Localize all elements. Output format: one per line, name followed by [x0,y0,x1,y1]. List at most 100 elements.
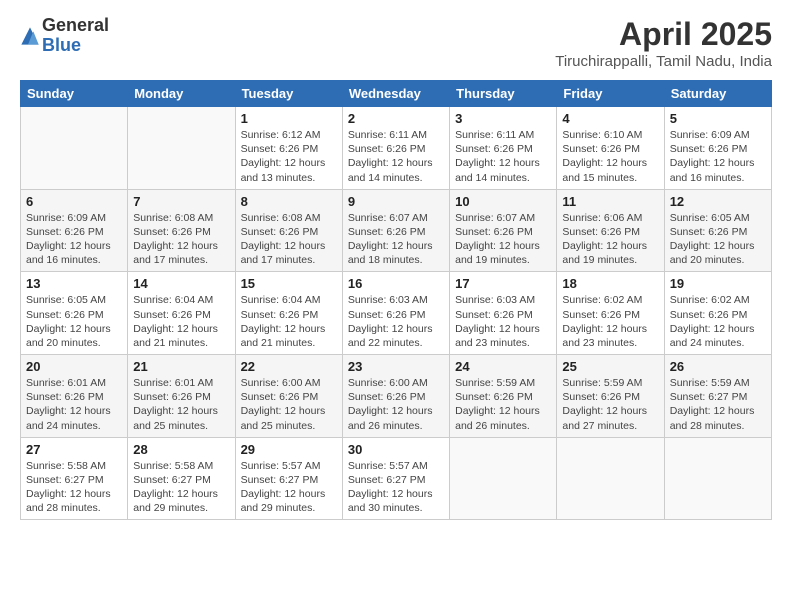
calendar-cell: 5 Sunrise: 6:09 AMSunset: 6:26 PMDaylight… [664,107,771,190]
calendar-cell: 18 Sunrise: 6:02 AMSunset: 6:26 PMDayligh… [557,272,664,355]
calendar-cell: 8 Sunrise: 6:08 AMSunset: 6:26 PMDaylight… [235,189,342,272]
day-number: 13 [26,276,122,291]
day-number: 11 [562,194,658,209]
day-info: Sunrise: 6:00 AMSunset: 6:26 PMDaylight:… [241,376,337,433]
day-number: 25 [562,359,658,374]
day-number: 7 [133,194,229,209]
day-info: Sunrise: 6:12 AMSunset: 6:26 PMDaylight:… [241,128,337,185]
calendar-cell: 12 Sunrise: 6:05 AMSunset: 6:26 PMDayligh… [664,189,771,272]
calendar-cell [664,437,771,520]
calendar-week-row: 27 Sunrise: 5:58 AMSunset: 6:27 PMDayligh… [21,437,772,520]
calendar-cell [128,107,235,190]
calendar-day-header: Friday [557,81,664,107]
day-number: 26 [670,359,766,374]
day-info: Sunrise: 5:58 AMSunset: 6:27 PMDaylight:… [133,459,229,516]
page: General Blue April 2025 Tiruchirappalli,… [0,0,792,612]
day-number: 29 [241,442,337,457]
day-info: Sunrise: 6:02 AMSunset: 6:26 PMDaylight:… [562,293,658,350]
calendar-cell: 4 Sunrise: 6:10 AMSunset: 6:26 PMDaylight… [557,107,664,190]
day-number: 6 [26,194,122,209]
calendar-cell: 7 Sunrise: 6:08 AMSunset: 6:26 PMDaylight… [128,189,235,272]
calendar-cell [21,107,128,190]
day-info: Sunrise: 5:57 AMSunset: 6:27 PMDaylight:… [348,459,444,516]
day-info: Sunrise: 6:03 AMSunset: 6:26 PMDaylight:… [455,293,551,350]
main-title: April 2025 [555,16,772,53]
calendar-cell: 9Sunrise: 6:07 AMSunset: 6:26 PMDaylight… [342,189,449,272]
calendar-cell: 26 Sunrise: 5:59 AMSunset: 6:27 PMDayligh… [664,355,771,438]
day-info: Sunrise: 6:11 AMSunset: 6:26 PMDaylight:… [455,128,551,185]
calendar-cell: 15 Sunrise: 6:04 AMSunset: 6:26 PMDayligh… [235,272,342,355]
day-number: 20 [26,359,122,374]
day-info: Sunrise: 5:58 AMSunset: 6:27 PMDaylight:… [26,459,122,516]
logo-blue: Blue [42,36,109,56]
day-number: 15 [241,276,337,291]
calendar-cell: 13 Sunrise: 6:05 AMSunset: 6:26 PMDayligh… [21,272,128,355]
calendar-cell: 6 Sunrise: 6:09 AMSunset: 6:26 PMDaylight… [21,189,128,272]
calendar-cell: 29 Sunrise: 5:57 AMSunset: 6:27 PMDayligh… [235,437,342,520]
calendar-cell: 22 Sunrise: 6:00 AMSunset: 6:26 PMDayligh… [235,355,342,438]
calendar-header-row: SundayMondayTuesdayWednesdayThursdayFrid… [21,81,772,107]
day-number: 10 [455,194,551,209]
day-number: 4 [562,111,658,126]
day-number: 8 [241,194,337,209]
day-info: Sunrise: 6:08 AMSunset: 6:26 PMDaylight:… [133,211,229,268]
day-number: 12 [670,194,766,209]
calendar-cell: 27 Sunrise: 5:58 AMSunset: 6:27 PMDayligh… [21,437,128,520]
day-number: 5 [670,111,766,126]
logo: General Blue [20,16,109,56]
day-info: Sunrise: 6:05 AMSunset: 6:26 PMDaylight:… [670,211,766,268]
header: General Blue April 2025 Tiruchirappalli,… [20,16,772,70]
calendar-cell: 11 Sunrise: 6:06 AMSunset: 6:26 PMDayligh… [557,189,664,272]
calendar-cell: 24 Sunrise: 5:59 AMSunset: 6:26 PMDayligh… [450,355,557,438]
calendar-week-row: 6 Sunrise: 6:09 AMSunset: 6:26 PMDaylight… [21,189,772,272]
calendar-cell: 30 Sunrise: 5:57 AMSunset: 6:27 PMDayligh… [342,437,449,520]
day-number: 27 [26,442,122,457]
day-number: 21 [133,359,229,374]
day-number: 28 [133,442,229,457]
calendar-day-header: Wednesday [342,81,449,107]
calendar-day-header: Thursday [450,81,557,107]
day-info: Sunrise: 6:06 AMSunset: 6:26 PMDaylight:… [562,211,658,268]
calendar-week-row: 1 Sunrise: 6:12 AMSunset: 6:26 PMDaylight… [21,107,772,190]
day-info: Sunrise: 5:59 AMSunset: 6:26 PMDaylight:… [455,376,551,433]
day-info: Sunrise: 6:02 AMSunset: 6:26 PMDaylight:… [670,293,766,350]
calendar-cell: 20Sunrise: 6:01 AMSunset: 6:26 PMDayligh… [21,355,128,438]
calendar-cell: 1 Sunrise: 6:12 AMSunset: 6:26 PMDaylight… [235,107,342,190]
day-number: 18 [562,276,658,291]
logo-icon [20,26,40,46]
calendar-cell: 25 Sunrise: 5:59 AMSunset: 6:26 PMDayligh… [557,355,664,438]
calendar-cell: 14Sunrise: 6:04 AMSunset: 6:26 PMDayligh… [128,272,235,355]
calendar-cell: 19 Sunrise: 6:02 AMSunset: 6:26 PMDayligh… [664,272,771,355]
day-number: 30 [348,442,444,457]
calendar-week-row: 13 Sunrise: 6:05 AMSunset: 6:26 PMDayligh… [21,272,772,355]
day-number: 24 [455,359,551,374]
day-info: Sunrise: 6:08 AMSunset: 6:26 PMDaylight:… [241,211,337,268]
day-number: 22 [241,359,337,374]
calendar-cell: 3 Sunrise: 6:11 AMSunset: 6:26 PMDaylight… [450,107,557,190]
day-info: Sunrise: 6:10 AMSunset: 6:26 PMDaylight:… [562,128,658,185]
calendar-day-header: Saturday [664,81,771,107]
day-number: 2 [348,111,444,126]
calendar-cell [557,437,664,520]
day-info: Sunrise: 6:01 AMSunset: 6:26 PMDaylight:… [133,376,229,433]
day-number: 19 [670,276,766,291]
day-number: 3 [455,111,551,126]
day-info: Sunrise: 6:00 AMSunset: 6:26 PMDaylight:… [348,376,444,433]
day-info: Sunrise: 5:59 AMSunset: 6:27 PMDaylight:… [670,376,766,433]
day-info: Sunrise: 6:09 AMSunset: 6:26 PMDaylight:… [26,211,122,268]
day-number: 1 [241,111,337,126]
calendar-cell: 21 Sunrise: 6:01 AMSunset: 6:26 PMDayligh… [128,355,235,438]
calendar-cell [450,437,557,520]
subtitle: Tiruchirappalli, Tamil Nadu, India [555,53,772,70]
day-info: Sunrise: 6:09 AMSunset: 6:26 PMDaylight:… [670,128,766,185]
day-info: Sunrise: 6:03 AMSunset: 6:26 PMDaylight:… [348,293,444,350]
calendar-cell: 10Sunrise: 6:07 AMSunset: 6:26 PMDayligh… [450,189,557,272]
day-info: Sunrise: 6:04 AMSunset: 6:26 PMDaylight:… [133,293,229,350]
day-info: Sunrise: 6:04 AMSunset: 6:26 PMDaylight:… [241,293,337,350]
calendar-cell: 2Sunrise: 6:11 AMSunset: 6:26 PMDaylight… [342,107,449,190]
day-info: Sunrise: 5:57 AMSunset: 6:27 PMDaylight:… [241,459,337,516]
day-info: Sunrise: 5:59 AMSunset: 6:26 PMDaylight:… [562,376,658,433]
title-section: April 2025 Tiruchirappalli, Tamil Nadu, … [555,16,772,70]
day-info: Sunrise: 6:05 AMSunset: 6:26 PMDaylight:… [26,293,122,350]
day-number: 17 [455,276,551,291]
